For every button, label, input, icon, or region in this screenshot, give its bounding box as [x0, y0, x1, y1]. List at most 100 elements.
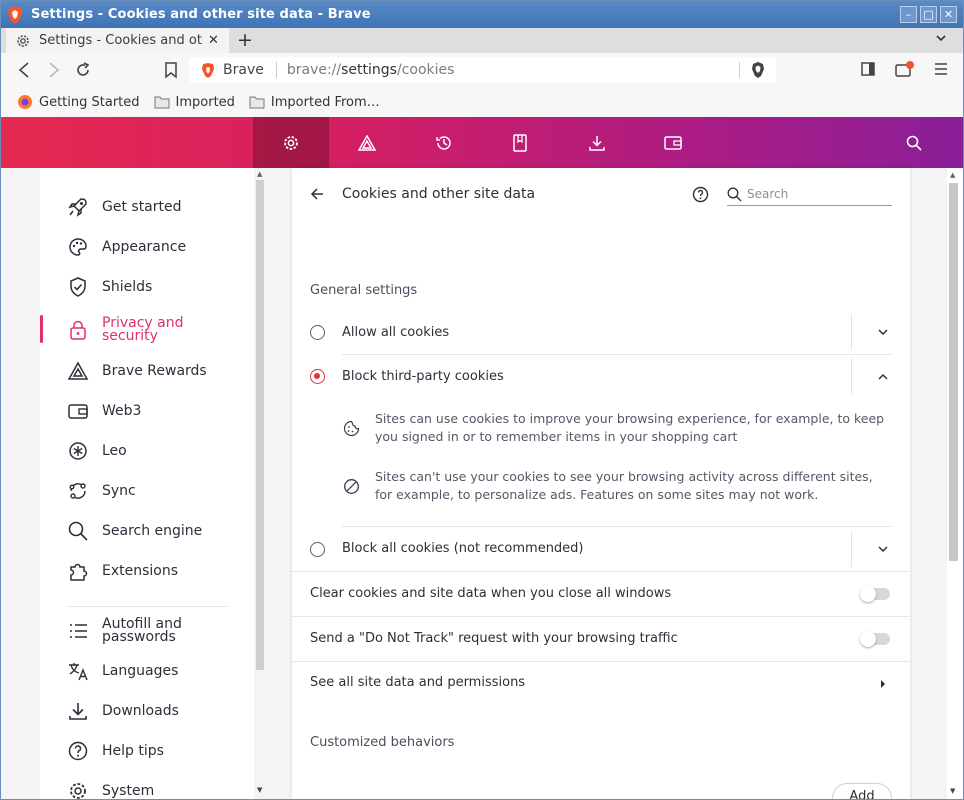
- chevron-down-icon[interactable]: [877, 544, 889, 554]
- bookmark-getting-started[interactable]: Getting Started: [17, 94, 140, 110]
- option-separator: [342, 354, 892, 355]
- chevron-down-icon[interactable]: [877, 327, 889, 337]
- brave-shield-logo-icon: [202, 62, 214, 78]
- url-divider: [275, 62, 277, 78]
- see-all-label: See all site data and permissions: [310, 675, 526, 690]
- toolbar-rewards-button[interactable]: [329, 117, 405, 168]
- radio-allow-all-cookies[interactable]: [310, 325, 325, 340]
- bookmark-folder-imported[interactable]: Imported: [154, 95, 235, 110]
- search-icon: [727, 187, 742, 201]
- sidebar-scroll-up-icon[interactable]: ▲: [257, 170, 262, 178]
- option-label: Allow all cookies: [342, 325, 450, 340]
- back-arrow-icon[interactable]: [310, 187, 324, 201]
- main-scrollbar[interactable]: [949, 183, 958, 561]
- add-button[interactable]: Add: [832, 783, 892, 799]
- settings-search-input[interactable]: Search: [727, 183, 892, 206]
- bookmarks-icon: [513, 133, 527, 152]
- row-separator: [292, 616, 910, 617]
- download-icon: [69, 703, 87, 720]
- bookmark-icon[interactable]: [164, 61, 178, 79]
- sidebar-item-sync[interactable]: Sync: [67, 480, 136, 502]
- tab-list-chevron-icon[interactable]: [935, 32, 947, 44]
- new-tab-button[interactable]: +: [237, 29, 253, 51]
- sidebar-item-system[interactable]: System: [67, 780, 154, 799]
- menu-icon[interactable]: [933, 61, 949, 77]
- see-all-site-data-row[interactable]: See all site data and permissions: [292, 662, 910, 706]
- sidebar-divider: [67, 606, 227, 607]
- wallet-icon: [68, 404, 88, 419]
- puzzle-icon: [70, 563, 88, 581]
- sidebar-item-label: Leo: [102, 442, 127, 459]
- clear-on-exit-label: Clear cookies and site data when you clo…: [310, 586, 672, 601]
- rewards-triangle-icon: [67, 361, 89, 380]
- sidebar-item-help-tips[interactable]: Help tips: [67, 740, 164, 762]
- chevron-up-icon[interactable]: [877, 372, 889, 382]
- sidebar-item-leo[interactable]: Leo: [67, 440, 127, 462]
- rewards-triangle-icon: [358, 134, 376, 151]
- folder-icon: [154, 96, 170, 109]
- bookmark-label: Imported From…: [270, 94, 380, 110]
- row-divider: [851, 358, 852, 394]
- url-shield-divider: [739, 62, 740, 78]
- sidebar-toggle-icon[interactable]: [861, 61, 875, 77]
- tab-close-icon[interactable]: ✕: [208, 33, 219, 48]
- row-divider: [851, 531, 852, 567]
- sidebar-item-label: Extensions: [102, 562, 179, 579]
- minimize-button[interactable]: –: [900, 6, 917, 23]
- toolbar-bookmarks-button[interactable]: [482, 117, 558, 168]
- sync-icon: [69, 483, 86, 499]
- rocket-icon: [68, 198, 87, 217]
- toolbar-search-button[interactable]: [894, 117, 963, 168]
- url-brand: Brave: [223, 62, 264, 78]
- customized-behaviors-heading: Customized behaviors: [310, 735, 455, 750]
- main-scroll-down-icon[interactable]: ▼: [950, 787, 955, 795]
- settings-toolbar-band: [1, 117, 963, 168]
- navigation-bar: Brave brave://settings/cookies: [1, 53, 963, 87]
- reload-icon[interactable]: [75, 61, 91, 79]
- toolbar-wallet-button[interactable]: [635, 117, 711, 168]
- toolbar-settings-button[interactable]: [253, 117, 329, 168]
- sidebar-item-get-started[interactable]: Get started: [67, 196, 182, 218]
- sidebar-item-extensions[interactable]: Extensions: [67, 560, 178, 582]
- sidebar-item-search-engine[interactable]: Search engine: [67, 520, 202, 542]
- main-scroll-up-icon[interactable]: ▲: [950, 171, 955, 179]
- clear-on-exit-toggle[interactable]: [860, 586, 890, 602]
- radio-block-all-cookies[interactable]: [310, 542, 325, 557]
- sidebar-item-label: Appearance: [102, 238, 187, 255]
- toolbar-history-button[interactable]: [406, 117, 482, 168]
- tab-settings[interactable]: Settings - Cookies and othe ✕: [6, 28, 229, 53]
- forward-icon[interactable]: [46, 61, 62, 79]
- option-label: Block all cookies (not recommended): [342, 541, 584, 556]
- bookmark-folder-imported-from[interactable]: Imported From…: [249, 95, 380, 110]
- sidebar-item-web3[interactable]: Web3: [67, 400, 141, 422]
- sidebar-item-languages[interactable]: Languages: [67, 660, 178, 682]
- do-not-track-toggle[interactable]: [860, 631, 890, 647]
- radio-block-third-party-cookies[interactable]: [310, 369, 325, 384]
- option-detail-block: Sites can't use your cookies to see your…: [375, 469, 873, 502]
- block-icon: [344, 479, 359, 494]
- title-bar: Settings - Cookies and other site data -…: [1, 1, 963, 28]
- sidebar-item-downloads[interactable]: Downloads: [67, 700, 179, 722]
- back-icon[interactable]: [16, 61, 32, 79]
- option-separator: [342, 526, 892, 527]
- help-icon[interactable]: [692, 186, 709, 203]
- close-window-button[interactable]: ✕: [940, 6, 957, 23]
- maximize-button[interactable]: □: [920, 6, 937, 23]
- translate-icon: [69, 663, 88, 681]
- wallet-icon[interactable]: [895, 61, 915, 79]
- sidebar-item-brave-rewards[interactable]: Brave Rewards: [67, 360, 207, 382]
- sidebar-item-shields[interactable]: Shields: [67, 276, 152, 298]
- url-text[interactable]: brave://settings/cookies: [287, 62, 455, 78]
- sidebar-item-autofill-and-passwords[interactable]: Autofill and passwords: [67, 617, 212, 644]
- gear-icon: [17, 34, 29, 47]
- sidebar-item-label: Sync: [102, 482, 136, 499]
- sidebar-scrollbar[interactable]: [256, 180, 264, 670]
- toolbar-downloads-button[interactable]: [559, 117, 635, 168]
- download-icon: [589, 135, 605, 151]
- sidebar-scroll-down-icon[interactable]: ▼: [257, 786, 262, 794]
- address-bar[interactable]: Brave brave://settings/cookies: [189, 57, 776, 83]
- sidebar-item-appearance[interactable]: Appearance: [67, 236, 186, 258]
- sidebar-item-privacy-and-security[interactable]: Privacy and security: [67, 316, 212, 343]
- brave-logo-icon: [8, 5, 22, 24]
- brave-shields-icon[interactable]: [751, 62, 765, 78]
